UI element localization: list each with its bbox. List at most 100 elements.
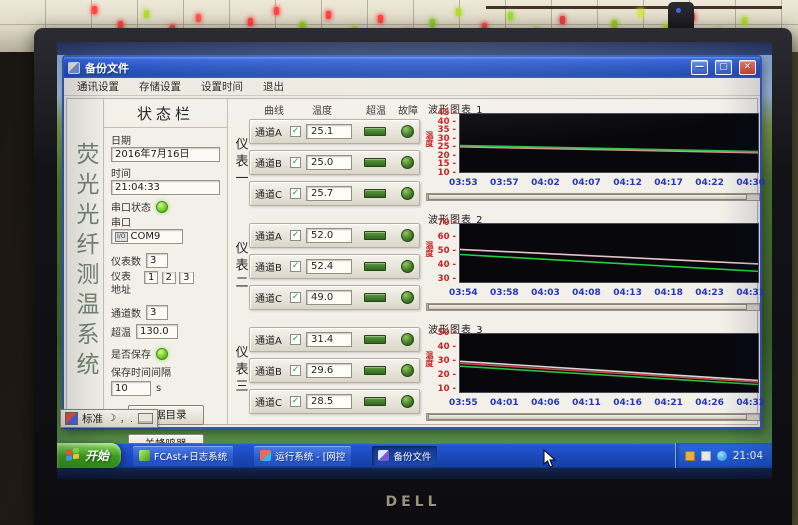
tray-clock: 21:04	[733, 450, 763, 462]
channel-row: 通道C ✓ 25.7	[249, 181, 420, 206]
volume-tray-icon[interactable]	[717, 451, 727, 461]
instrument-count-value[interactable]: 3	[146, 253, 168, 268]
channel-row: 通道A ✓ 52.0	[249, 223, 420, 248]
monitor-brand-logo: DELL	[385, 494, 440, 510]
temperature-value: 28.5	[306, 394, 352, 409]
overtemp-threshold-value[interactable]: 130.0	[136, 324, 178, 339]
task-log-system[interactable]: FCAst+日志系统	[133, 446, 233, 466]
curve-checkbox[interactable]: ✓	[290, 292, 301, 303]
channel-row: 通道A ✓ 25.1	[249, 119, 420, 144]
menu-set-time[interactable]: 设置时间	[192, 78, 252, 95]
chart-scrollbar[interactable]	[426, 413, 760, 421]
instrument-group-2: 仪表二 通道A ✓ 52.0 通道B ✓	[231, 217, 419, 315]
scrollbar-thumb[interactable]	[428, 414, 747, 420]
serial-status-led	[156, 201, 168, 213]
panel-led	[430, 19, 435, 27]
fault-led	[401, 229, 414, 242]
channel-row: 通道B ✓ 25.0	[249, 150, 420, 175]
channel-count-label: 通道数	[111, 305, 141, 320]
x-tick-label: 04:32	[736, 398, 765, 408]
curve-checkbox[interactable]: ✓	[290, 261, 301, 272]
windows-flag-icon	[65, 448, 80, 463]
overtemp-led	[364, 127, 386, 136]
ime-mode-label[interactable]: 标准	[82, 411, 103, 426]
fault-led	[401, 187, 414, 200]
minimize-button[interactable]: —	[691, 60, 708, 75]
curve-checkbox[interactable]: ✓	[290, 157, 301, 168]
overtemp-led	[364, 293, 386, 302]
temperature-value: 49.0	[306, 290, 352, 305]
ime-icon	[65, 412, 78, 425]
address-cell[interactable]: 1	[144, 271, 158, 284]
temperature-value: 52.4	[306, 259, 352, 274]
address-cell[interactable]: 3	[179, 272, 193, 284]
serial-port-combo[interactable]: I/O COM9	[111, 229, 183, 244]
fault-led	[401, 291, 414, 304]
time-value: 21:04:33	[111, 180, 220, 195]
x-tick-label: 04:01	[490, 398, 519, 408]
scrollbar-thumb[interactable]	[428, 194, 747, 200]
curve-checkbox[interactable]: ✓	[290, 126, 301, 137]
io-icon: I/O	[115, 232, 128, 242]
curve-checkbox[interactable]: ✓	[290, 230, 301, 241]
panel-led	[248, 18, 253, 26]
punctuation-icon[interactable]: ，.	[120, 412, 134, 425]
x-axis-ticks: 03:5403:5804:0304:0804:1304:1804:2304:31	[449, 288, 765, 298]
fault-led	[401, 260, 414, 273]
menu-storage-settings[interactable]: 存储设置	[130, 78, 190, 95]
fault-led	[401, 125, 414, 138]
x-tick-label: 04:02	[531, 178, 560, 188]
x-tick-label: 04:21	[654, 398, 683, 408]
curve-checkbox[interactable]: ✓	[290, 396, 301, 407]
address-table[interactable]: 1 2 3	[144, 272, 194, 297]
channel-row: 通道A ✓ 31.4	[249, 327, 420, 352]
curve-checkbox[interactable]: ✓	[290, 188, 301, 199]
instrument-count-label: 仪表数	[111, 253, 141, 268]
task-label: FCAst+日志系统	[154, 449, 227, 463]
charts-panel: 波形图表 1 温度 4540353025201510 03:5303:5704:…	[423, 99, 755, 424]
ime-tray-icon[interactable]	[685, 451, 695, 461]
channel-label: 通道B	[255, 259, 285, 274]
ime-language-bar[interactable]: 标准 ☽ ，.	[60, 409, 158, 428]
serial-status-label: 串口状态	[111, 199, 151, 214]
waveform-chart-1: 波形图表 1 温度 4540353025201510 03:5303:5704:…	[423, 99, 755, 207]
overtemp-led	[364, 189, 386, 198]
halfwidth-moon-icon[interactable]: ☽	[107, 413, 116, 424]
save-interval-value[interactable]: 10	[111, 381, 151, 396]
chart-scrollbar[interactable]	[426, 303, 760, 311]
task-backup-file[interactable]: 备份文件	[372, 446, 437, 466]
app-icon	[68, 62, 80, 74]
curve-checkbox[interactable]: ✓	[290, 334, 301, 345]
address-cell[interactable]: 2	[162, 272, 176, 284]
chart-scrollbar[interactable]	[426, 193, 760, 201]
overtemp-label: 超温	[111, 324, 131, 339]
close-button[interactable]: ✕	[739, 60, 756, 75]
monitor-bezel: DELL 备份文件 — ▢ ✕ 通讯设置 存储设置 设置时间 退出 荧光光纤测温…	[34, 28, 792, 525]
titlebar[interactable]: 备份文件 — ▢ ✕	[64, 57, 760, 78]
keyboard-tray-icon[interactable]	[701, 451, 711, 461]
menu-comm-settings[interactable]: 通讯设置	[68, 78, 128, 95]
x-tick-label: 04:08	[572, 288, 601, 298]
task-running-system[interactable]: 运行系统 - [网控	[254, 446, 351, 466]
curve-checkbox[interactable]: ✓	[290, 365, 301, 376]
x-tick-label: 04:17	[654, 178, 683, 188]
channel-label: 通道C	[255, 290, 285, 305]
channel-count-value[interactable]: 3	[146, 305, 168, 320]
maximize-button[interactable]: ▢	[715, 60, 732, 75]
channel-label: 通道B	[255, 155, 285, 170]
scrollbar-thumb[interactable]	[428, 304, 747, 310]
start-button[interactable]: 开始	[57, 443, 121, 468]
date-label: 日期	[111, 132, 220, 147]
task-label: 运行系统 - [网控	[275, 449, 345, 463]
temperature-value: 25.7	[306, 186, 352, 201]
x-tick-label: 03:55	[449, 398, 478, 408]
soft-keyboard-icon[interactable]	[138, 413, 153, 424]
y-tick-label: 50	[438, 329, 456, 338]
menu-exit[interactable]: 退出	[254, 78, 293, 95]
overtemp-led	[364, 231, 386, 240]
panel-led	[612, 20, 617, 28]
x-tick-label: 04:16	[613, 398, 642, 408]
channel-row: 通道C ✓ 49.0	[249, 285, 420, 310]
y-tick-label: 60	[438, 233, 456, 242]
app-vertical-title: 荧光光纤测温系统	[67, 99, 104, 424]
